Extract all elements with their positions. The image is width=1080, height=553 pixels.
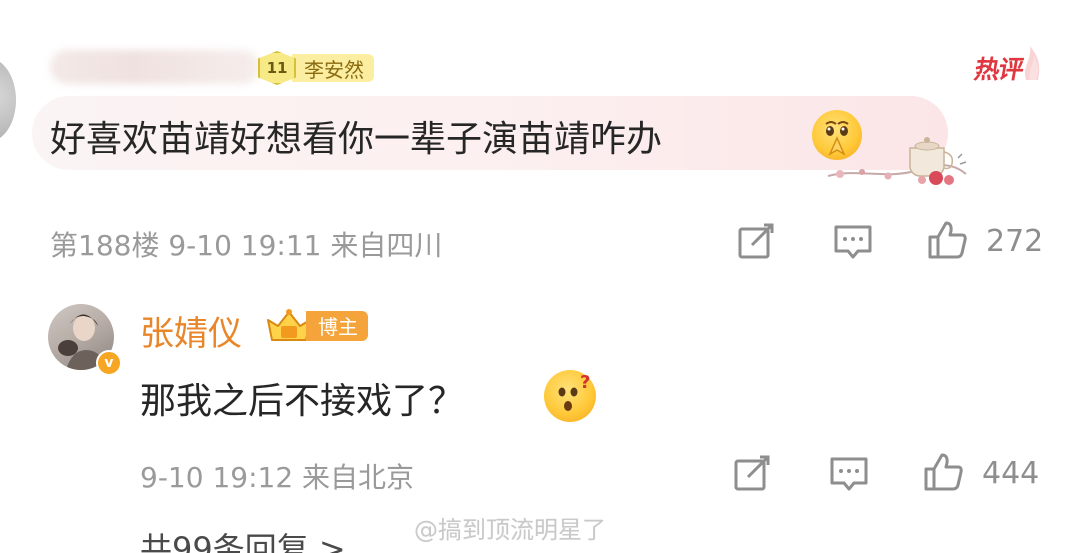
reply-text: 那我之后不接戏了？: [140, 381, 465, 422]
fan-badge: 11 李安然: [258, 51, 374, 85]
fan-badge-name: 李安然: [292, 54, 374, 82]
fan-level-icon: 11: [258, 51, 296, 85]
commenter-name-blurred[interactable]: [50, 50, 260, 84]
comment-meta: 第188楼 9-10 19:11 来自四川: [50, 229, 443, 262]
pray-emoji-icon: [812, 110, 862, 160]
author-badge-label: 博主: [306, 311, 368, 341]
like-icon[interactable]: [926, 219, 968, 261]
commenter-avatar[interactable]: [0, 58, 16, 142]
svg-text:?: ?: [580, 372, 590, 393]
verified-badge-icon: v: [96, 350, 122, 376]
hot-flame-icon: [1025, 46, 1040, 80]
like-icon[interactable]: [922, 451, 964, 493]
repost-icon[interactable]: [736, 221, 778, 263]
author-badge: 博主: [264, 306, 368, 346]
comment-text: 好喜欢苗靖好想看你一辈子演苗靖咋办: [50, 119, 663, 160]
repost-icon[interactable]: [732, 453, 774, 495]
author-name[interactable]: 张婧仪: [140, 306, 242, 355]
thinking-question-emoji-icon: ?: [544, 370, 596, 422]
view-all-replies-link[interactable]: 共99条回复 >: [140, 524, 346, 553]
weibo-watermark: @搞到顶流明星了: [414, 516, 606, 544]
comment-icon[interactable]: [832, 221, 874, 263]
like-count: 272: [986, 224, 1044, 259]
reply-meta: 9-10 19:12 来自北京: [140, 461, 415, 494]
hot-comment-tag: 热评: [972, 55, 1026, 84]
like-count: 444: [982, 456, 1040, 491]
comment-icon[interactable]: [828, 453, 870, 495]
